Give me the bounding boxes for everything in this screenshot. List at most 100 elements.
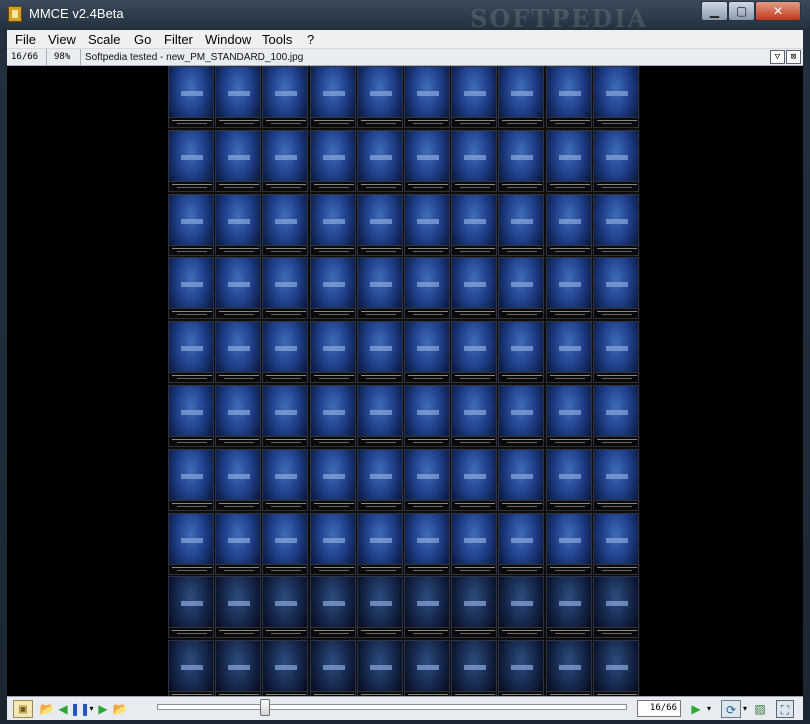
close-button[interactable]: ✕ [755, 1, 801, 21]
app-icon[interactable] [8, 6, 22, 22]
view-dropdown-button[interactable]: ▽ [770, 50, 785, 64]
thumbnail-caption [499, 308, 544, 319]
thumbnail-caption [593, 308, 638, 319]
thumbnail-caption [593, 244, 638, 255]
title-bar[interactable]: MMCE v2.4Beta SOFTPEDIA ▁ ▢ ✕ [0, 0, 810, 33]
file-name: Softpedia tested - new_PM_STANDARD_100.j… [85, 52, 304, 63]
thumbnail-caption [405, 372, 449, 383]
menu-scale[interactable]: Scale [88, 32, 121, 47]
thumbnail-caption [169, 436, 213, 446]
thumbnail-caption [593, 436, 638, 446]
next-icon[interactable]: ▶ [97, 700, 109, 718]
thumbnail-caption [546, 563, 591, 574]
zoom-level: 98% [47, 49, 81, 66]
thumbnail [404, 512, 450, 575]
image-viewport[interactable] [7, 66, 803, 703]
thumbnail-caption [310, 627, 355, 638]
thumbnail [309, 321, 356, 384]
maximize-button[interactable]: ▢ [728, 1, 755, 21]
thumbnail-caption [499, 499, 544, 510]
thumbnail [404, 576, 450, 639]
fit-window-button[interactable]: ▣ [13, 700, 33, 718]
thumbnail-caption [169, 180, 213, 191]
thumbnail-caption [263, 308, 308, 319]
minimize-button[interactable]: ▁ [701, 1, 728, 21]
thumbnail [168, 257, 214, 320]
thumbnail [451, 576, 498, 639]
image-icon[interactable]: ▨ [751, 700, 769, 718]
thumbnail [262, 448, 309, 511]
thumbnail [498, 640, 545, 703]
watermark: SOFTPEDIA [470, 4, 649, 33]
thumbnail-caption [357, 180, 402, 191]
menu-go[interactable]: Go [134, 32, 151, 47]
thumbnail-caption [263, 499, 308, 510]
thumbnail-caption [310, 499, 355, 510]
thumbnail-caption [169, 372, 213, 383]
play-icon[interactable]: ▶ [687, 700, 705, 718]
thumbnail-caption [310, 563, 355, 574]
thumbnail [168, 385, 214, 447]
thumbnail [545, 640, 592, 703]
close-view-button[interactable]: ⊠ [786, 50, 801, 64]
pause-icon[interactable]: ❚❚ [70, 700, 90, 718]
thumbnail [592, 66, 639, 128]
thumbnail [451, 321, 498, 384]
chevron-down-icon[interactable]: ▾ [87, 700, 96, 718]
open-next-folder-icon[interactable]: 📂 [110, 700, 130, 718]
thumbnail-row [168, 66, 640, 130]
thumbnail-caption [357, 499, 402, 510]
thumbnail [498, 193, 545, 256]
menu-help[interactable]: ? [307, 32, 314, 47]
thumbnail [356, 385, 403, 447]
menu-file[interactable]: File [15, 32, 36, 47]
thumbnail-caption [546, 244, 591, 255]
thumbnail-row [168, 448, 640, 513]
rotate-icon[interactable]: ⟳ [721, 700, 741, 718]
menu-window[interactable]: Window [205, 32, 251, 47]
fullscreen-icon[interactable]: ⛶ [776, 700, 794, 718]
thumbnail-caption [216, 563, 261, 574]
thumbnail [592, 576, 639, 639]
navigation-slider[interactable] [157, 704, 627, 710]
menu-filter[interactable]: Filter [164, 32, 193, 47]
thumbnail [262, 193, 309, 256]
previous-icon[interactable]: ◀ [57, 700, 69, 718]
thumbnail-caption [452, 117, 497, 127]
thumbnail-caption [263, 117, 308, 127]
thumbnail [404, 321, 450, 384]
thumbnail [215, 576, 262, 639]
page-number-field[interactable]: 16/66 [637, 700, 681, 717]
thumbnail-caption [452, 372, 497, 383]
window-title: MMCE v2.4Beta [29, 6, 124, 21]
thumbnail-caption [357, 117, 402, 127]
thumbnail [592, 321, 639, 384]
thumbnail-caption [405, 117, 449, 127]
slider-handle[interactable] [260, 699, 271, 716]
thumbnail-caption [357, 563, 402, 574]
thumbnail [215, 321, 262, 384]
play-options-chevron-icon[interactable]: ▾ [705, 700, 713, 718]
thumbnail-row [168, 576, 640, 640]
open-folder-icon[interactable]: 📂 [37, 700, 57, 718]
thumbnail [404, 448, 450, 511]
thumbnail [309, 193, 356, 256]
thumbnail-caption [452, 499, 497, 510]
thumbnail-caption [452, 244, 497, 255]
thumbnail-caption [499, 436, 544, 446]
thumbnail [168, 448, 214, 511]
thumbnail [215, 66, 262, 128]
thumbnail [262, 257, 309, 320]
thumbnail-caption [405, 563, 449, 574]
menu-tools[interactable]: Tools [262, 32, 292, 47]
thumbnail-caption [216, 499, 261, 510]
thumbnail [309, 129, 356, 192]
thumbnail [404, 193, 450, 256]
menu-view[interactable]: View [48, 32, 76, 47]
rotate-options-chevron-icon[interactable]: ▾ [741, 700, 749, 718]
thumbnail [215, 385, 262, 447]
thumbnail [262, 321, 309, 384]
image-counter: 16/66 [7, 49, 47, 66]
thumbnail [545, 321, 592, 384]
thumbnail-caption [310, 436, 355, 446]
